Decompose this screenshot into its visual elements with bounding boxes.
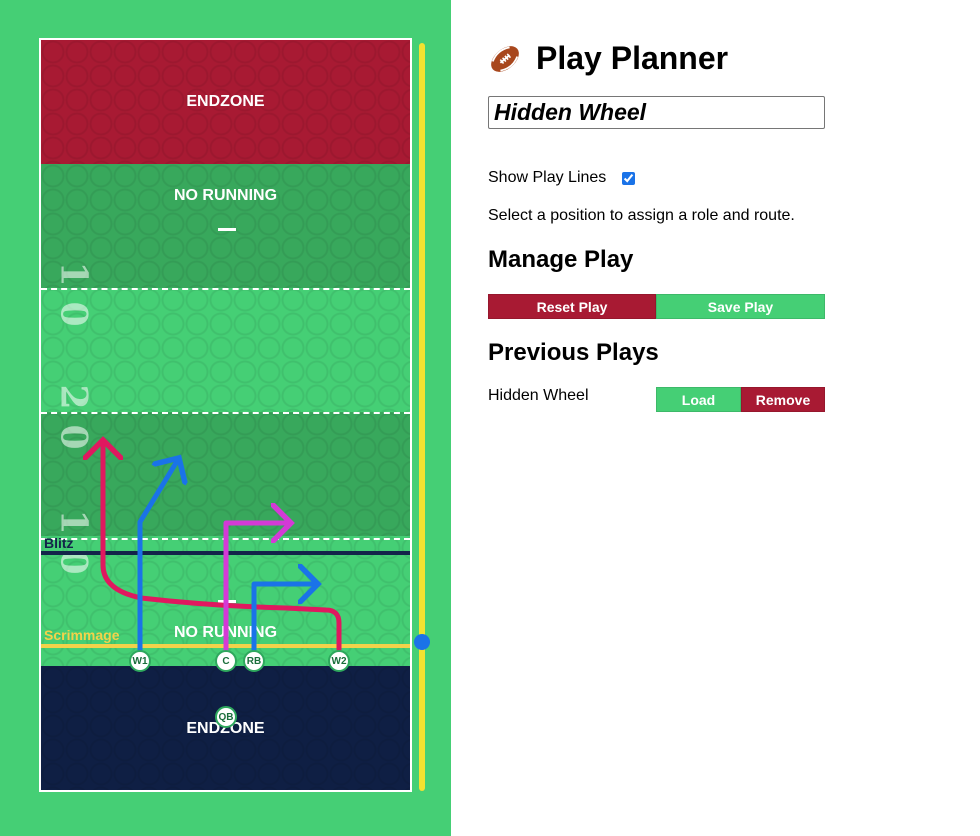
scrimmage-line[interactable] — [41, 644, 410, 648]
scrimmage-slider-track[interactable] — [419, 43, 425, 791]
football-icon — [488, 42, 522, 76]
play-name-input[interactable] — [488, 96, 825, 129]
field-panel: ENDZONE NO RUNNING NO RUNNING ENDZONE 1 … — [0, 0, 451, 836]
blitz-line[interactable] — [41, 551, 410, 555]
previous-play-name: Hidden Wheel — [488, 387, 589, 404]
yard-number: 0 — [52, 301, 95, 327]
no-running-top-label: NO RUNNING — [173, 187, 278, 204]
manage-play-heading: Manage Play — [488, 246, 634, 273]
reset-play-button[interactable]: Reset Play — [488, 294, 656, 319]
hash-mark — [218, 600, 236, 603]
show-lines-row: Show Play Lines — [488, 169, 636, 187]
yard-line — [41, 412, 410, 414]
previous-plays-heading: Previous Plays — [488, 339, 659, 366]
yard-number: 1 — [52, 509, 95, 535]
scrimmage-label: Scrimmage — [44, 627, 120, 643]
save-play-button[interactable]: Save Play — [656, 294, 825, 319]
no-running-zone-top: NO RUNNING — [41, 164, 410, 288]
football-field[interactable]: ENDZONE NO RUNNING NO RUNNING ENDZONE 1 … — [39, 38, 412, 792]
yard-line — [41, 538, 410, 540]
blitz-label: Blitz — [44, 535, 74, 551]
remove-play-button[interactable]: Remove — [741, 387, 825, 412]
show-lines-label: Show Play Lines — [488, 169, 607, 186]
help-text: Select a position to assign a role and r… — [488, 207, 795, 224]
endzone-bottom: ENDZONE — [41, 666, 410, 790]
endzone-top-label: ENDZONE — [186, 93, 265, 110]
player-w1[interactable]: W1 — [129, 650, 151, 672]
yard-number: 1 — [52, 261, 95, 287]
show-lines-checkbox[interactable] — [622, 171, 636, 185]
yard-line — [41, 288, 410, 290]
load-play-button[interactable]: Load — [656, 387, 741, 412]
endzone-top: ENDZONE — [41, 40, 410, 164]
header: Play Planner — [488, 40, 728, 77]
player-qb[interactable]: QB — [215, 706, 237, 728]
player-c[interactable]: C — [215, 650, 237, 672]
player-rb[interactable]: RB — [243, 650, 265, 672]
field-zone-20 — [41, 412, 410, 536]
scrimmage-slider-thumb[interactable] — [414, 634, 430, 650]
app-title: Play Planner — [536, 40, 729, 76]
hash-mark — [218, 228, 236, 231]
yard-number: 0 — [52, 424, 95, 450]
yard-number: 2 — [52, 384, 95, 410]
player-w2[interactable]: W2 — [328, 650, 350, 672]
field-zone-10 — [41, 288, 410, 412]
